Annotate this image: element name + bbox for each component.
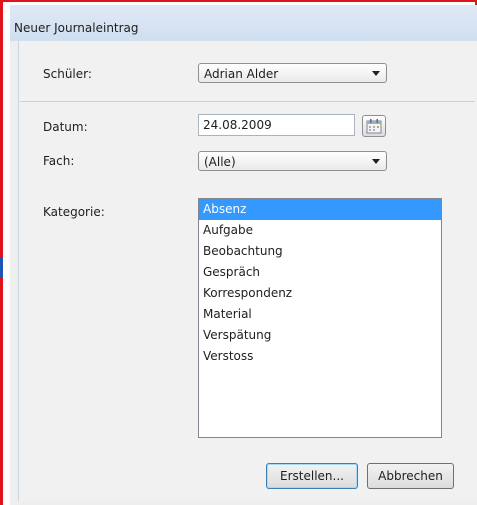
list-item[interactable]: Aufgabe xyxy=(199,220,441,241)
frame-top-edge xyxy=(0,0,477,2)
list-item[interactable]: Verspätung xyxy=(199,325,441,346)
category-listbox[interactable]: Absenz Aufgabe Beobachtung Gespräch Korr… xyxy=(198,198,442,438)
chevron-down-icon xyxy=(372,159,380,164)
student-combobox[interactable]: Adrian Alder xyxy=(198,63,387,83)
chevron-down-icon xyxy=(372,71,380,76)
date-label: Datum: xyxy=(43,120,88,134)
subject-combobox-value: (Alle) xyxy=(204,155,236,169)
list-item[interactable]: Verstoss xyxy=(199,346,441,367)
frame-left-accent xyxy=(0,258,3,278)
list-item[interactable]: Korrespondenz xyxy=(199,283,441,304)
category-label: Kategorie: xyxy=(43,205,105,219)
create-button[interactable]: Erstellen... xyxy=(266,463,358,489)
title-bar[interactable]: Neuer Journaleintrag xyxy=(10,5,477,41)
calendar-button[interactable] xyxy=(362,115,386,137)
subject-combobox[interactable]: (Alle) xyxy=(198,151,387,171)
list-item[interactable]: Material xyxy=(199,304,441,325)
list-item[interactable]: Beobachtung xyxy=(199,241,441,262)
list-item[interactable]: Absenz xyxy=(199,199,441,220)
subject-label: Fach: xyxy=(43,154,75,168)
section-divider xyxy=(20,101,475,102)
frame-left-edge xyxy=(0,0,3,505)
student-combobox-value: Adrian Alder xyxy=(204,67,279,81)
date-field-value: 24.08.2009 xyxy=(203,118,272,132)
calendar-icon xyxy=(366,119,382,134)
date-field[interactable]: 24.08.2009 xyxy=(198,114,355,136)
cancel-button[interactable]: Abbrechen xyxy=(367,463,454,489)
student-label: Schüler: xyxy=(43,67,92,81)
list-item[interactable]: Gespräch xyxy=(199,262,441,283)
window-title: Neuer Journaleintrag xyxy=(14,21,139,35)
